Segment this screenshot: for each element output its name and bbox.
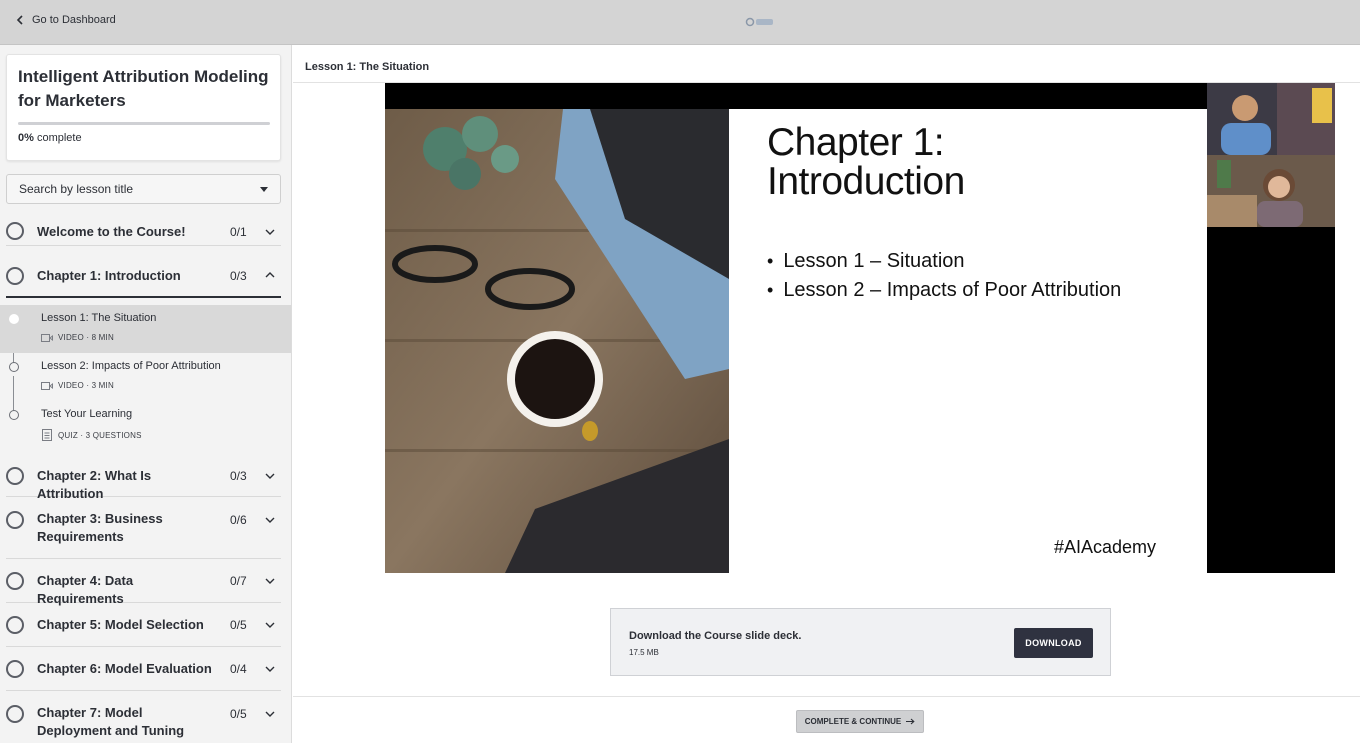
chevron-down-icon — [265, 473, 275, 479]
lecture-slide: Chapter 1: Introduction Lesson 1 – Situa… — [729, 109, 1207, 573]
slide-title-line-1: Chapter 1: — [767, 121, 945, 164]
lesson-item-2[interactable]: Lesson 2: Impacts of Poor Attribution VI… — [0, 353, 291, 401]
chapter-title: Chapter 6: Model Evaluation — [37, 661, 212, 676]
lesson-search-select[interactable]: Search by lesson title — [6, 174, 281, 204]
search-placeholder: Search by lesson title — [19, 182, 134, 196]
chapter-title: Chapter 5: Model Selection — [37, 617, 204, 632]
chapter-status-circle-icon — [6, 572, 24, 590]
lesson-item-1[interactable]: Lesson 1: The Situation VIDEO · 8 MIN — [0, 305, 291, 353]
chevron-down-icon — [265, 666, 275, 672]
lesson-meta-text: VIDEO · 3 MIN — [58, 381, 114, 390]
top-bar: Go to Dashboard — [0, 0, 1360, 45]
chapter-count: 0/7 — [230, 574, 247, 588]
chapter-status-circle-icon — [6, 705, 24, 723]
chapter-count: 0/3 — [230, 269, 247, 283]
school-logo-icon — [745, 17, 773, 27]
complete-button-label: COMPLETE & CONTINUE — [804, 717, 902, 726]
lesson-meta-text: VIDEO · 8 MIN — [58, 333, 114, 342]
slide-bullet: Lesson 1 – Situation — [767, 247, 1121, 276]
lesson-title: Lesson 1: The Situation — [41, 312, 157, 324]
chapter-title: Chapter 3: Business Requirements — [37, 511, 163, 544]
file-size: 17.5 MB — [629, 648, 659, 657]
chapter-count: 0/3 — [230, 469, 247, 483]
download-title: Download the Course slide deck. — [629, 630, 802, 642]
chevron-down-icon — [265, 517, 275, 523]
lesson-footer: COMPLETE & CONTINUE — [293, 696, 1360, 743]
slide-bullet-list: Lesson 1 – Situation Lesson 2 – Impacts … — [767, 247, 1121, 305]
chevron-down-icon — [265, 622, 275, 628]
lesson-meta-text: QUIZ · 3 QUESTIONS — [58, 430, 142, 440]
lesson-item-3[interactable]: Test Your Learning QUIZ · 3 QUESTIONS — [0, 401, 291, 449]
lesson-header-title: Lesson 1: The Situation — [305, 61, 430, 73]
video-icon — [41, 333, 53, 342]
chapter-count: 0/4 — [230, 662, 247, 676]
lesson-status-dot-icon — [9, 314, 19, 324]
lesson-title: Test Your Learning — [41, 408, 133, 420]
cohost-webcam-image — [1207, 155, 1335, 227]
go-to-dashboard-link[interactable]: Go to Dashboard — [16, 14, 116, 26]
lesson-status-dot-icon — [9, 362, 19, 372]
video-icon — [41, 381, 53, 390]
chapter-7[interactable]: Chapter 7: Model Deployment and Tuning 0… — [6, 691, 281, 743]
lesson-meta: QUIZ · 3 QUESTIONS — [41, 429, 142, 441]
chapter-title: Chapter 7: Model Deployment and Tuning — [37, 705, 185, 738]
presenter-webcam-image — [1207, 83, 1335, 155]
chapter-3[interactable]: Chapter 3: Business Requirements 0/6 — [6, 497, 281, 559]
quiz-icon — [42, 429, 52, 441]
progress-bar — [18, 122, 270, 125]
chevron-down-icon — [265, 711, 275, 717]
course-progress-card: Intelligent Attribution Modeling for Mar… — [6, 54, 281, 161]
lesson-meta: VIDEO · 8 MIN — [41, 333, 114, 342]
chapter-count: 0/1 — [230, 225, 247, 239]
lesson-meta: VIDEO · 3 MIN — [41, 381, 114, 390]
chapter-welcome[interactable]: Welcome to the Course! 0/1 — [6, 216, 281, 246]
progress-value: 0% — [18, 132, 34, 144]
caret-down-icon — [260, 186, 268, 192]
desk-photo-image — [385, 109, 729, 573]
chapter-status-circle-icon — [6, 511, 24, 529]
chapter-count: 0/5 — [230, 707, 247, 721]
lesson-title: Lesson 2: Impacts of Poor Attribution — [41, 360, 221, 372]
progress-text: 0% complete — [18, 132, 269, 144]
chapter-5[interactable]: Chapter 5: Model Selection 0/5 — [6, 603, 281, 647]
chapter-status-circle-icon — [6, 660, 24, 678]
download-button[interactable]: DOWNLOAD — [1014, 628, 1093, 658]
complete-and-continue-button[interactable]: COMPLETE & CONTINUE — [796, 710, 924, 733]
lesson-status-dot-icon — [9, 410, 19, 420]
slide-bullet: Lesson 2 – Impacts of Poor Attribution — [767, 276, 1121, 305]
back-label: Go to Dashboard — [32, 14, 116, 26]
chapter-status-circle-icon — [6, 222, 24, 240]
course-title: Intelligent Attribution Modeling for Mar… — [18, 67, 269, 110]
chapter-1-introduction[interactable]: Chapter 1: Introduction 0/3 — [6, 258, 281, 298]
chevron-left-icon — [16, 15, 23, 25]
chapter-4[interactable]: Chapter 4: Data Requirements 0/7 — [6, 559, 281, 606]
chevron-down-icon — [265, 578, 275, 584]
progress-suffix: complete — [36, 132, 82, 144]
course-sidebar: Intelligent Attribution Modeling for Mar… — [0, 45, 292, 743]
chapter-status-circle-icon — [6, 467, 24, 485]
chevron-up-icon — [265, 272, 275, 278]
slide-title-line-2: Introduction — [767, 160, 965, 203]
chapter-title: Chapter 1: Introduction — [37, 268, 181, 283]
chapter-2[interactable]: Chapter 2: What Is Attribution 0/3 — [6, 457, 281, 501]
chapter-count: 0/6 — [230, 513, 247, 527]
video-player[interactable]: Chapter 1: Introduction Lesson 1 – Situa… — [385, 83, 1335, 573]
chapter-6[interactable]: Chapter 6: Model Evaluation 0/4 — [6, 647, 281, 691]
download-card: Download the Course slide deck. 17.5 MB … — [610, 608, 1111, 676]
chevron-down-icon — [265, 229, 275, 235]
lesson-header: Lesson 1: The Situation — [293, 52, 1360, 83]
chapter-count: 0/5 — [230, 618, 247, 632]
chapter-status-circle-icon — [6, 267, 24, 285]
chapter-title: Welcome to the Course! — [37, 224, 186, 239]
slide-hashtag: #AIAcademy — [1054, 537, 1157, 557]
arrow-right-icon — [906, 718, 915, 725]
chapter-status-circle-icon — [6, 616, 24, 634]
slide-title: Chapter 1: Introduction — [767, 123, 965, 201]
